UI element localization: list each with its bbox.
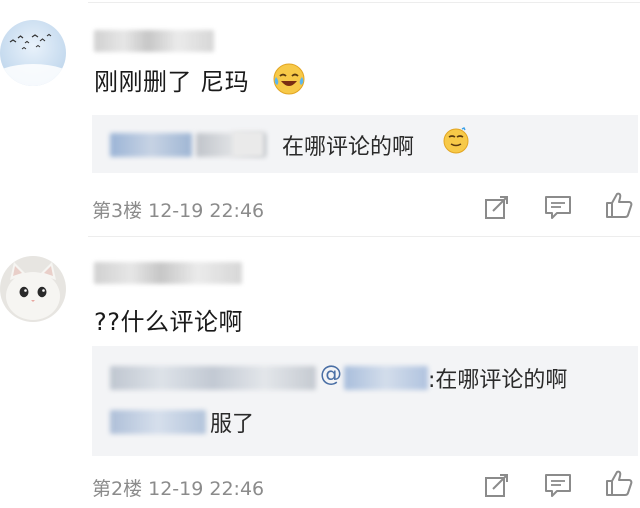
quote-text: 在哪评论的啊 xyxy=(282,135,415,160)
quote-username-redacted xyxy=(110,366,316,390)
avatar[interactable] xyxy=(0,256,66,322)
floor-and-time: 第2楼 12-19 22:46 xyxy=(92,478,265,500)
quote-text-redacted xyxy=(232,131,264,157)
comment-text: ??什么评论啊 xyxy=(94,308,243,336)
username-redacted[interactable] xyxy=(94,30,214,52)
comment-icon[interactable] xyxy=(543,470,573,500)
avatar[interactable] xyxy=(0,20,66,86)
quote-text-line2: 服了 xyxy=(210,412,255,437)
mention-redacted xyxy=(110,410,206,434)
comment-text: 刚刚删了 尼玛 xyxy=(94,68,250,96)
comment-item: ??什么评论啊 @ :在哪评论的啊 服了 第2楼 12-19 22:46 xyxy=(0,236,640,508)
comment-item: 刚刚删了 尼玛 在哪评论的啊 第3楼 12-19 22:46 xyxy=(0,0,640,236)
white-cat-avatar-icon xyxy=(0,256,66,322)
like-icon[interactable] xyxy=(604,468,634,498)
username-redacted[interactable] xyxy=(94,262,242,284)
dizzy-face-emoji-icon xyxy=(443,127,469,154)
share-icon[interactable] xyxy=(482,470,512,500)
mention-at: @ xyxy=(320,362,342,387)
floor-and-time: 第3楼 12-19 22:46 xyxy=(92,200,265,222)
comment-icon[interactable] xyxy=(543,192,573,222)
quoted-reply[interactable]: 在哪评论的啊 xyxy=(92,115,638,173)
share-icon[interactable] xyxy=(482,192,512,222)
mention-redacted xyxy=(110,133,192,157)
like-icon[interactable] xyxy=(604,190,634,220)
quote-text-line1: :在哪评论的啊 xyxy=(428,368,568,393)
laughing-crying-emoji-icon xyxy=(273,63,305,95)
quoted-reply[interactable]: @ :在哪评论的啊 服了 xyxy=(92,346,638,456)
sky-birds-avatar-icon xyxy=(0,20,66,86)
mention-redacted xyxy=(344,366,428,390)
comment-thread: 刚刚删了 尼玛 在哪评论的啊 第3楼 12-19 22:46 ??什么评论啊 @… xyxy=(0,0,640,508)
